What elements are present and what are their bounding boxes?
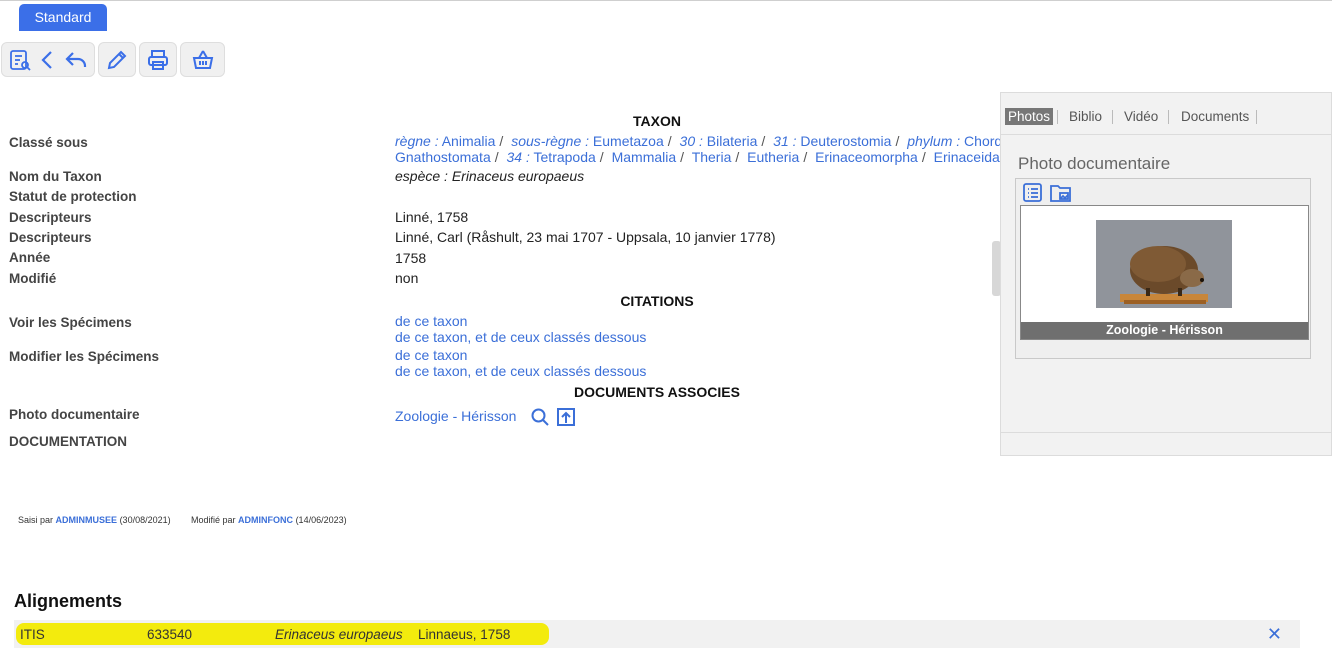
modified-prefix: Modifié par bbox=[191, 515, 236, 525]
panel-tabs: Photos Biblio Vidéo Documents bbox=[1001, 105, 1331, 135]
edit-button[interactable] bbox=[103, 46, 131, 74]
panel-heading: Photo documentaire bbox=[1018, 154, 1171, 173]
section-citations-title: CITATIONS bbox=[620, 293, 694, 309]
label-descripteurs: Descripteurs bbox=[9, 210, 92, 225]
created-user-link[interactable]: ADMINMUSEE bbox=[56, 515, 118, 525]
link-voir-specimens-descendants[interactable]: de ce taxon, et de ceux classés dessous bbox=[395, 329, 646, 345]
nav-toolbar-group bbox=[1, 42, 95, 77]
breadcrumb-item-animalia[interactable]: Animalia bbox=[442, 133, 496, 149]
basket-icon bbox=[192, 50, 213, 69]
tab-divider bbox=[1168, 110, 1169, 124]
side-panel: Photos Biblio Vidéo Documents Photo docu… bbox=[1000, 92, 1332, 456]
tab-photos[interactable]: Photos bbox=[1005, 108, 1054, 125]
breadcrumb-rank: sous-règne : bbox=[511, 133, 590, 149]
alignements-title: Alignements bbox=[14, 591, 123, 611]
chevron-left-icon bbox=[41, 50, 52, 69]
value-descripteurs: Linné, 1758 bbox=[395, 209, 469, 225]
breadcrumb-item-deuterostomia[interactable]: Deuterostomia bbox=[800, 133, 891, 149]
breadcrumb-item-gnathostomata[interactable]: Gnathostomata bbox=[395, 149, 491, 165]
search-icon[interactable] bbox=[530, 407, 550, 427]
alignement-row: ITIS 633540 Erinaceus europaeus Linnaeus… bbox=[14, 620, 1300, 648]
breadcrumb-item-eutheria[interactable]: Eutheria bbox=[747, 149, 799, 165]
label-descripteurs: Descripteurs bbox=[9, 230, 92, 245]
pencil-icon bbox=[107, 50, 127, 69]
tab-divider bbox=[1057, 110, 1058, 124]
tab-documents[interactable]: Documents bbox=[1181, 109, 1249, 124]
breadcrumb-item-chordata[interactable]: Chordata bbox=[964, 133, 1000, 149]
basket-toolbar-group bbox=[180, 42, 225, 77]
modified-date: (14/06/2023) bbox=[295, 515, 347, 525]
label-classe-sous: Classé sous bbox=[9, 135, 88, 150]
hedgehog-image bbox=[1096, 220, 1232, 308]
value-nom-taxon: espèce : Erinaceus europaeus bbox=[395, 168, 585, 184]
breadcrumb-row: règne : Animalia / sous-règne : Eumetazoa… bbox=[395, 133, 1000, 149]
breadcrumb-item-tetrapoda[interactable]: Tetrapoda bbox=[534, 149, 596, 165]
folder-image-icon[interactable] bbox=[1049, 182, 1073, 204]
tab-standard[interactable]: Standard bbox=[19, 4, 107, 31]
tab-divider bbox=[1112, 110, 1113, 124]
tab-divider bbox=[1256, 110, 1257, 124]
undo-button[interactable] bbox=[62, 46, 90, 74]
undo-icon bbox=[65, 51, 87, 67]
created-date: (30/08/2021) bbox=[119, 515, 171, 525]
label-voir-specimens: Voir les Spécimens bbox=[9, 315, 132, 330]
link-modifier-specimens-descendants[interactable]: de ce taxon, et de ceux classés dessous bbox=[395, 363, 646, 379]
printer-icon bbox=[148, 49, 168, 70]
photo-frame[interactable]: Zoologie - Hérisson bbox=[1020, 205, 1309, 340]
value-modifie: non bbox=[395, 270, 419, 286]
alignement-name: Erinaceus europaeus bbox=[275, 627, 403, 642]
breadcrumb-item-theria[interactable]: Theria bbox=[692, 149, 732, 165]
alignement-source: ITIS bbox=[20, 627, 45, 642]
print-button[interactable] bbox=[144, 46, 172, 74]
top-border bbox=[0, 0, 1332, 1]
section-documents-title: DOCUMENTS ASSOCIES bbox=[574, 384, 740, 400]
link-modifier-specimens-taxon[interactable]: de ce taxon bbox=[395, 347, 467, 363]
breadcrumb-item-erinaceidae[interactable]: Erinaceidae bbox=[934, 149, 1000, 165]
open-external-icon[interactable] bbox=[556, 407, 576, 427]
section-taxon-title: TAXON bbox=[633, 113, 681, 129]
back-button[interactable] bbox=[34, 46, 62, 74]
created-prefix: Saisi par bbox=[18, 515, 54, 525]
breadcrumb-item-eumetazoa[interactable]: Eumetazoa bbox=[593, 133, 664, 149]
breadcrumb-row: Gnathostomata/ 34 : Tetrapoda / Mammalia /… bbox=[395, 149, 1000, 165]
label-annee: Année bbox=[9, 250, 51, 265]
breadcrumb-item-mammalia[interactable]: Mammalia bbox=[612, 149, 677, 165]
photo-caption: Zoologie - Hérisson bbox=[1021, 322, 1308, 339]
modified-by: Modifié par ADMINFONC (14/06/2023) bbox=[191, 515, 347, 525]
basket-button[interactable] bbox=[189, 46, 217, 74]
created-by: Saisi par ADMINMUSEE (30/08/2021) bbox=[18, 515, 171, 525]
alignement-id: 633540 bbox=[147, 627, 193, 642]
breadcrumb-rank: 31 : bbox=[773, 133, 797, 149]
value-annee: 1758 bbox=[395, 250, 427, 266]
label-photo-documentaire: Photo documentaire bbox=[9, 407, 140, 422]
link-voir-specimens-taxon[interactable]: de ce taxon bbox=[395, 313, 467, 329]
breadcrumb-rank: règne : bbox=[395, 133, 439, 149]
breadcrumb-rank: 30 : bbox=[679, 133, 703, 149]
label-statut: Statut de protection bbox=[9, 189, 137, 204]
print-toolbar-group bbox=[139, 42, 177, 77]
tab-video[interactable]: Vidéo bbox=[1124, 109, 1158, 124]
edit-toolbar-group bbox=[98, 42, 136, 77]
label-documentation: DOCUMENTATION bbox=[9, 434, 127, 449]
label-modifie: Modifié bbox=[9, 271, 57, 286]
photo-box: Zoologie - Hérisson bbox=[1015, 178, 1311, 359]
breadcrumb-rank: 34 : bbox=[506, 149, 530, 165]
tab-biblio[interactable]: Biblio bbox=[1069, 109, 1102, 124]
alignement-author: Linnaeus, 1758 bbox=[418, 627, 511, 642]
label-nom-taxon: Nom du Taxon bbox=[9, 169, 102, 184]
taxonomy-breadcrumb: règne : Animalia / sous-règne : Eumetazoa… bbox=[395, 133, 1000, 167]
value-descripteurs-full: Linné, Carl (Råshult, 23 mai 1707 - Upps… bbox=[395, 229, 776, 245]
list-search-icon bbox=[10, 49, 31, 71]
list-view-icon[interactable] bbox=[1022, 182, 1044, 204]
panel-divider bbox=[1001, 432, 1331, 433]
label-modifier-specimens: Modifier les Spécimens bbox=[9, 349, 160, 364]
close-icon[interactable]: ✕ bbox=[1267, 624, 1282, 645]
link-photo-documentaire[interactable]: Zoologie - Hérisson bbox=[395, 408, 516, 424]
breadcrumb-item-bilateria[interactable]: Bilateria bbox=[707, 133, 758, 149]
breadcrumb-item-erinaceomorpha[interactable]: Erinaceomorpha bbox=[815, 149, 918, 165]
breadcrumb-rank: phylum : bbox=[907, 133, 961, 149]
list-search-button[interactable] bbox=[6, 46, 34, 74]
modified-user-link[interactable]: ADMINFONC bbox=[238, 515, 293, 525]
hedgehog-photo[interactable] bbox=[1096, 220, 1232, 308]
